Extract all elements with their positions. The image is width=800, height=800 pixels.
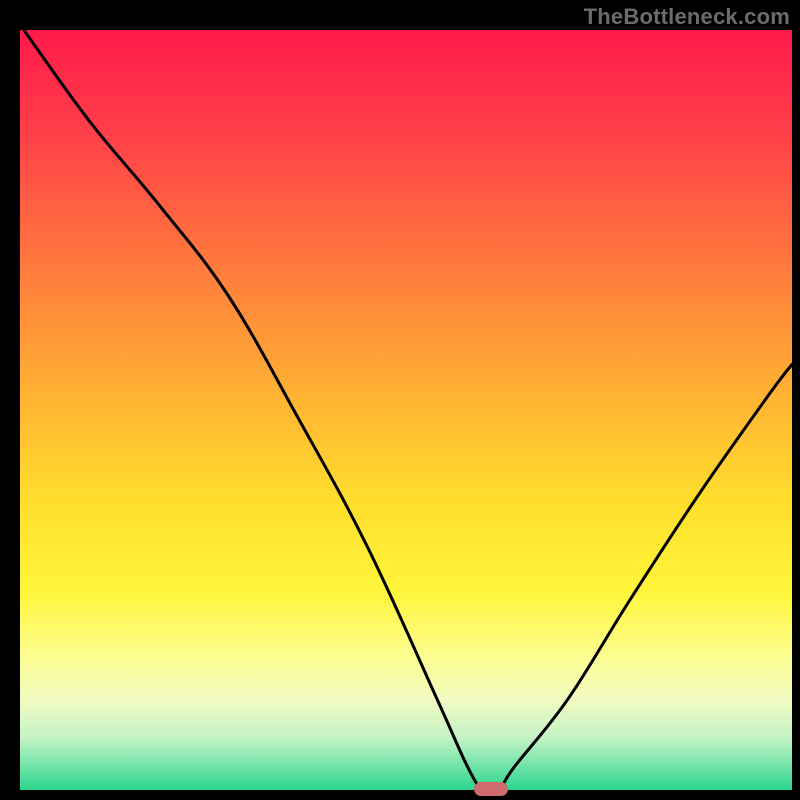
chart-container: TheBottleneck.com [0, 0, 800, 800]
chart-background-gradient [20, 30, 792, 790]
optimal-marker [474, 782, 508, 796]
bottleneck-chart [20, 30, 792, 790]
watermark-text: TheBottleneck.com [584, 4, 790, 30]
